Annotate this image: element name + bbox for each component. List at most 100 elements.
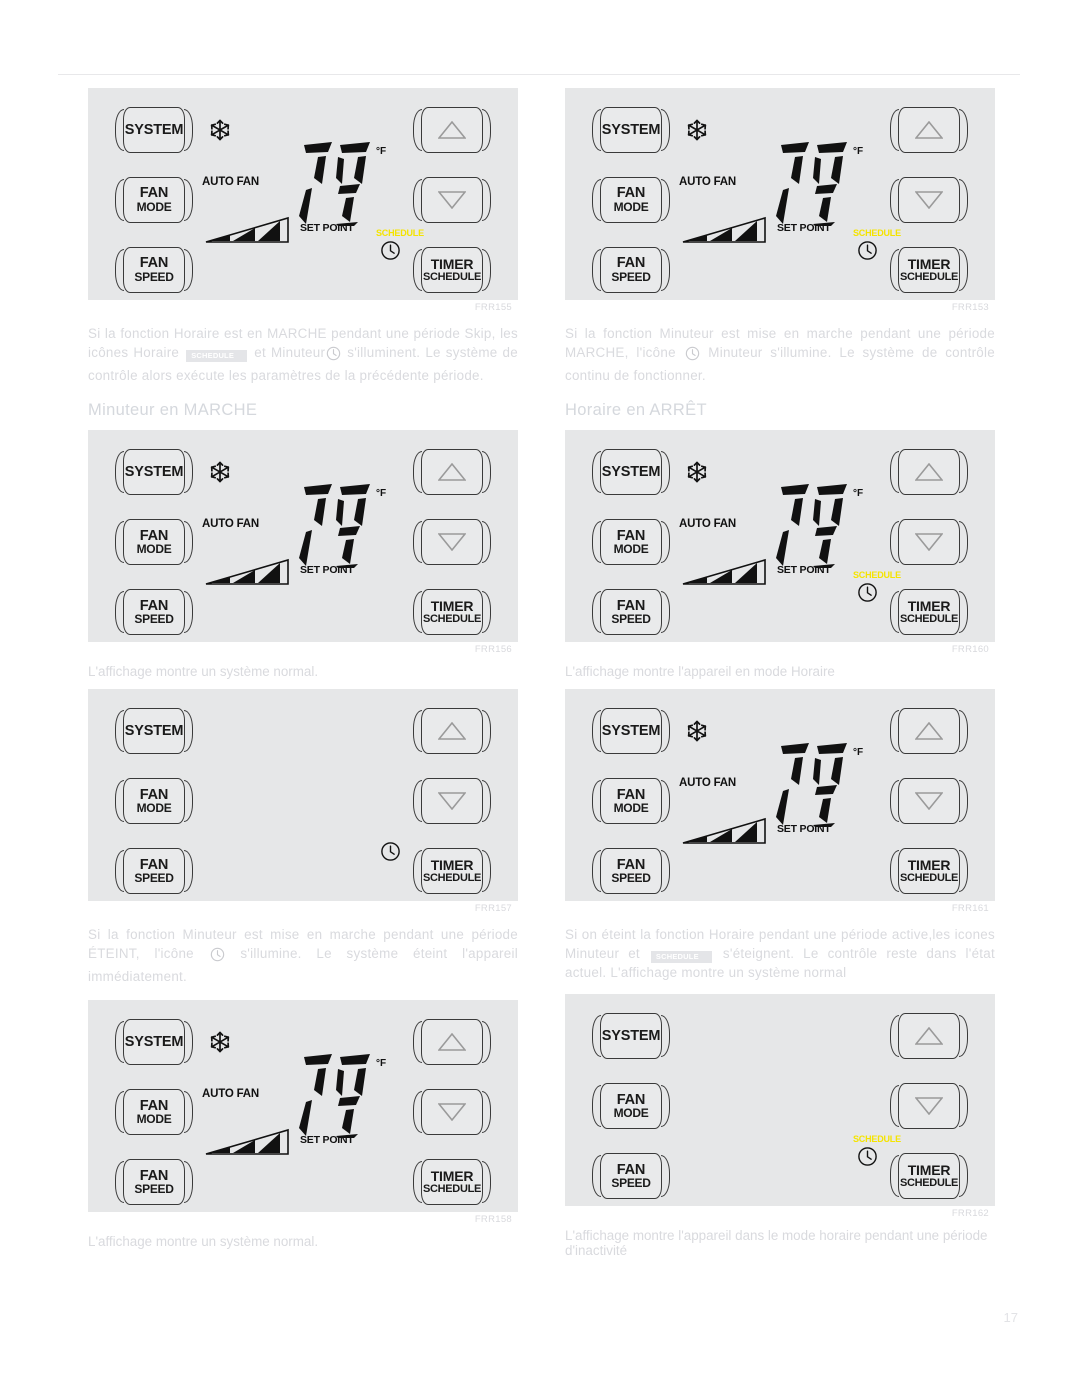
timer-schedule-button[interactable]: TIMER SCHEDULE	[413, 847, 491, 895]
system-button[interactable]: SYSTEM	[115, 106, 193, 154]
fan-mode-button[interactable]: FAN MODE	[592, 1082, 670, 1130]
auto-fan-label: AUTO FAN	[202, 176, 259, 188]
clock-icon	[685, 346, 700, 366]
timer-schedule-button[interactable]: TIMER SCHEDULE	[413, 1158, 491, 1206]
temperature-down-button[interactable]	[890, 777, 968, 825]
temperature-down-button[interactable]	[413, 1088, 491, 1136]
clock-icon	[210, 947, 225, 967]
right-button-column: TIMER SCHEDULE	[883, 689, 975, 901]
left-button-column: SYSTEM FAN MODE FAN SPEED	[108, 88, 200, 300]
system-button-label: SYSTEM	[601, 722, 661, 739]
thermostat-panel[interactable]: SYSTEM FAN MODE FAN SPEED TIMER SCHEDULE	[88, 689, 518, 902]
system-button[interactable]: SYSTEM	[115, 1018, 193, 1066]
thermostat-panel[interactable]: SYSTEM FAN MODE FAN SPEED AUTO FAN °F SE…	[565, 689, 995, 902]
timer-schedule-button[interactable]: TIMER SCHEDULE	[890, 588, 968, 636]
fan-mode-button[interactable]: FAN MODE	[115, 518, 193, 566]
left-button-column: SYSTEM FAN MODE FAN SPEED	[108, 430, 200, 642]
right-button-column: TIMER SCHEDULE	[406, 689, 498, 901]
temperature-up-button[interactable]	[890, 448, 968, 496]
thermostat-panel[interactable]: SYSTEM FAN MODE FAN SPEED AUTO FAN °F SE…	[88, 88, 518, 300]
system-button[interactable]: SYSTEM	[592, 448, 670, 496]
triangle-down-icon	[915, 1097, 943, 1116]
paragraph-timer-on-during-on: Si la fonction Minuteur est mise en marc…	[565, 326, 995, 384]
system-button[interactable]: SYSTEM	[115, 448, 193, 496]
fan-speed-button[interactable]: FAN SPEED	[592, 588, 670, 636]
fan-mode-button[interactable]: FAN MODE	[115, 777, 193, 825]
figure-frr162: SYSTEM FAN MODE FAN SPEED SCHEDULE TIMER SC…	[565, 994, 995, 1219]
thermostat-panel[interactable]: SYSTEM FAN MODE FAN SPEED AUTO FAN °F SE…	[88, 430, 518, 643]
timer-schedule-button[interactable]: TIMER SCHEDULE	[890, 246, 968, 294]
thermostat-panel[interactable]: SYSTEM FAN MODE FAN SPEED AUTO FAN °F SE…	[565, 430, 995, 643]
temperature-up-button[interactable]	[413, 1018, 491, 1066]
fan-speed-button[interactable]: FAN SPEED	[115, 588, 193, 636]
thermostat-panel[interactable]: SYSTEM FAN MODE FAN SPEED AUTO FAN °F SE…	[565, 88, 995, 300]
fan-speed-wedge-icon	[681, 817, 767, 850]
temperature-down-button[interactable]	[890, 518, 968, 566]
fan-mode-button-label: FAN MODE	[613, 1091, 649, 1121]
triangle-up-icon	[438, 121, 466, 139]
triangle-up-icon	[915, 1027, 943, 1045]
lcd-display: AUTO FAN °F SET POINT SCHEDULE	[671, 430, 901, 642]
thermostat-panel[interactable]: SYSTEM FAN MODE FAN SPEED AUTO FAN °F SE…	[88, 1000, 518, 1213]
fan-speed-button[interactable]: FAN SPEED	[115, 246, 193, 294]
temperature-up-button[interactable]	[413, 707, 491, 755]
temperature-up-button[interactable]	[890, 106, 968, 154]
fan-speed-button[interactable]: FAN SPEED	[592, 847, 670, 895]
temperature-down-button[interactable]	[413, 176, 491, 224]
timer-schedule-button[interactable]: TIMER SCHEDULE	[413, 588, 491, 636]
fan-mode-button[interactable]: FAN MODE	[115, 176, 193, 224]
clock-icon	[857, 240, 878, 266]
lcd-display	[194, 689, 422, 901]
temperature-down-button[interactable]	[413, 777, 491, 825]
degree-unit-label: °F	[853, 488, 864, 500]
fan-mode-button-label: FAN MODE	[136, 786, 172, 816]
fan-speed-wedge-icon	[681, 216, 767, 249]
fan-speed-button[interactable]: FAN SPEED	[592, 1152, 670, 1200]
caption-mode-horaire-inactif: L'affichage montre l'appareil dans le mo…	[565, 1228, 988, 1259]
system-button[interactable]: SYSTEM	[592, 1012, 670, 1060]
system-button-label: SYSTEM	[124, 722, 184, 739]
lcd-display: AUTO FAN °F SET POINT	[194, 1000, 422, 1212]
clock-icon	[857, 582, 878, 608]
system-button-label: SYSTEM	[124, 1033, 184, 1050]
clock-icon	[857, 1146, 878, 1172]
timer-schedule-button[interactable]: TIMER SCHEDULE	[413, 246, 491, 294]
set-point-label: SET POINT	[300, 564, 354, 577]
setpoint-digits	[298, 1052, 380, 1139]
temperature-up-button[interactable]	[890, 707, 968, 755]
clock-icon	[326, 346, 341, 366]
heading-minuteur-en-marche: Minuteur en MARCHE	[88, 401, 258, 420]
thermostat-panel[interactable]: SYSTEM FAN MODE FAN SPEED SCHEDULE TIMER SC…	[565, 994, 995, 1207]
figure-code: FRR160	[951, 644, 989, 656]
temperature-down-button[interactable]	[413, 518, 491, 566]
timer-schedule-button[interactable]: TIMER SCHEDULE	[890, 847, 968, 895]
fan-mode-button[interactable]: FAN MODE	[592, 518, 670, 566]
system-button[interactable]: SYSTEM	[115, 707, 193, 755]
timer-schedule-button-label: TIMER SCHEDULE	[899, 857, 959, 884]
temperature-up-button[interactable]	[413, 106, 491, 154]
system-button[interactable]: SYSTEM	[592, 707, 670, 755]
fan-speed-button-label: FAN SPEED	[134, 255, 174, 285]
timer-schedule-button[interactable]: TIMER SCHEDULE	[890, 1152, 968, 1200]
figure-frr157: SYSTEM FAN MODE FAN SPEED TIMER SCHEDULE FR…	[88, 689, 518, 914]
fan-mode-button[interactable]: FAN MODE	[115, 1088, 193, 1136]
figure-code: FRR162	[951, 1208, 989, 1220]
temperature-up-button[interactable]	[890, 1012, 968, 1060]
temperature-down-button[interactable]	[890, 1082, 968, 1130]
document-page: SYSTEM FAN MODE FAN SPEED AUTO FAN °F SE…	[0, 0, 1080, 1397]
temperature-down-button[interactable]	[890, 176, 968, 224]
fan-speed-button[interactable]: FAN SPEED	[592, 246, 670, 294]
lcd-display: AUTO FAN °F SET POINT	[671, 689, 899, 901]
fan-mode-button[interactable]: FAN MODE	[592, 176, 670, 224]
set-point-label: SET POINT	[777, 564, 831, 577]
fan-mode-button[interactable]: FAN MODE	[592, 777, 670, 825]
triangle-up-icon	[438, 1033, 466, 1051]
temperature-up-button[interactable]	[413, 448, 491, 496]
left-column: SYSTEM FAN MODE FAN SPEED AUTO FAN °F SE…	[88, 88, 518, 1259]
fan-speed-button[interactable]: FAN SPEED	[115, 1158, 193, 1206]
caption-mode-horaire: L'affichage montre l'appareil en mode Ho…	[565, 664, 835, 680]
fan-speed-button[interactable]: FAN SPEED	[115, 847, 193, 895]
schedule-badge-icon: SCHEDULE	[650, 951, 712, 963]
clock-icon	[380, 841, 401, 867]
system-button[interactable]: SYSTEM	[592, 106, 670, 154]
